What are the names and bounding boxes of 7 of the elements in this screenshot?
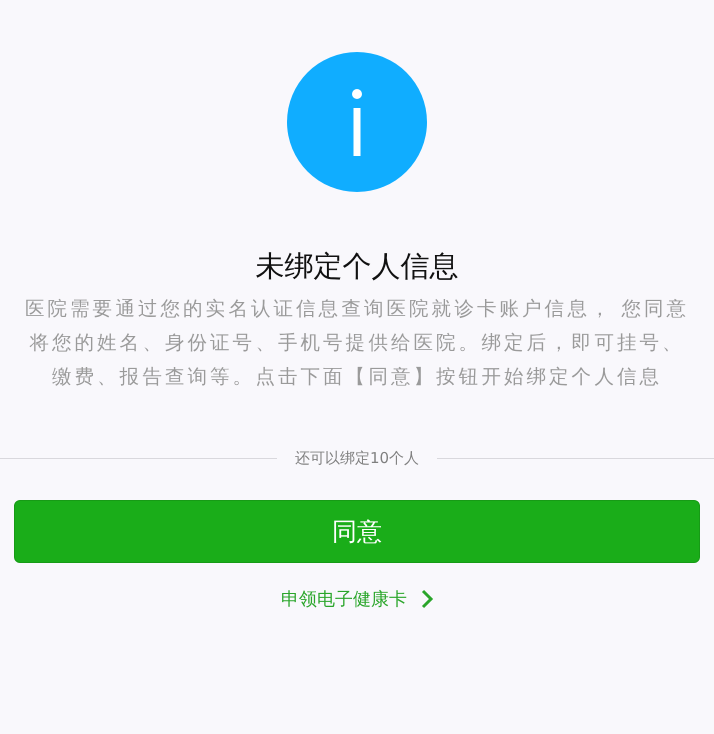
info-icon (287, 52, 427, 192)
remaining-count-note: 还可以绑定10个人 (294, 448, 420, 468)
agree-button[interactable]: 同意 (14, 500, 700, 563)
consent-description: 医院需要通过您的实名认证信息查询医院就诊卡账户信息， 您同意将您的姓名、身份证号、手机号提供给医院。绑定后，即可挂号、缴费、报告查询等。点击下面【同意】按钮开始绑定个人信息 (24, 296, 690, 390)
health-card-link[interactable]: 申领电子健康卡 (281, 587, 433, 611)
chevron-right-icon (421, 589, 433, 609)
page-title: 未绑定个人信息 (256, 248, 458, 285)
